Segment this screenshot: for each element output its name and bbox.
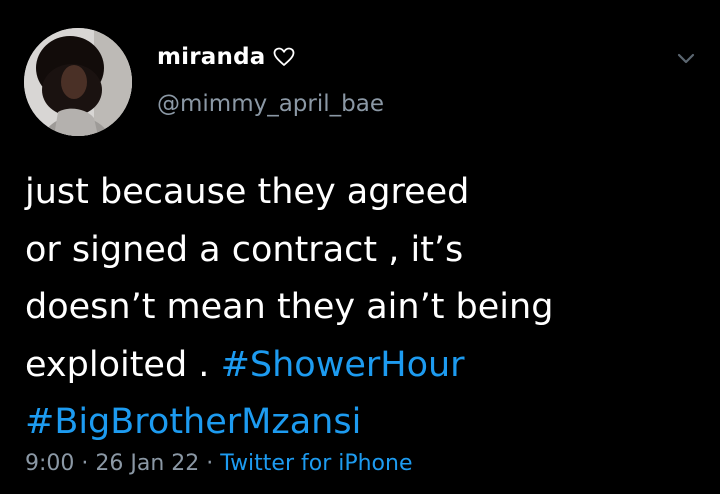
tweet-text-line: exploited .: [25, 344, 221, 385]
tweet-text-line: or signed a contract , it’s: [25, 229, 464, 270]
heart-outline-icon: [273, 47, 295, 67]
user-handle[interactable]: @mimmy_april_bae: [157, 91, 384, 117]
tweet-date[interactable]: 26 Jan 22: [95, 451, 199, 476]
tweet-meta: 9:00 · 26 Jan 22 · Twitter for iPhone: [25, 451, 413, 476]
hashtag-link[interactable]: #ShowerHour: [221, 345, 465, 385]
tweet-text: just because they agreed or signed a con…: [25, 164, 705, 452]
meta-separator: ·: [74, 451, 96, 476]
meta-separator: ·: [199, 451, 221, 476]
hashtag-link[interactable]: #BigBrotherMzansi: [25, 402, 361, 442]
tweet-text-line: just because they agreed: [25, 172, 470, 212]
display-name[interactable]: miranda: [157, 44, 265, 70]
tweet-card: miranda @mimmy_april_bae just because th…: [0, 0, 720, 494]
name-row: miranda: [157, 40, 295, 74]
tweet-source-link[interactable]: Twitter for iPhone: [220, 451, 412, 476]
tweet-text-line: doesn’t mean they ain’t being: [25, 287, 554, 327]
avatar[interactable]: [24, 28, 132, 136]
tweet-time: 9:00: [25, 451, 75, 476]
avatar-image: [24, 28, 132, 136]
chevron-down-icon[interactable]: [672, 44, 700, 72]
